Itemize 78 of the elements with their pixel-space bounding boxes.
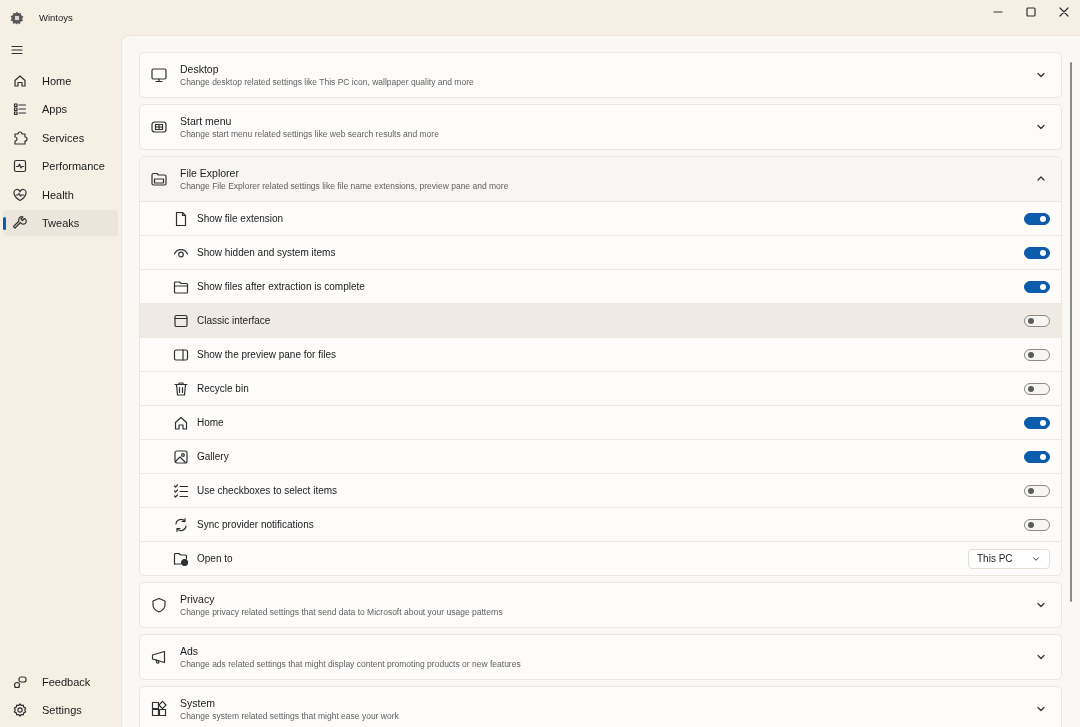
heart-icon — [12, 186, 28, 203]
section-header[interactable]: Desktop Change desktop related settings like This PC icon, wallpaper quality and more — [140, 53, 1061, 97]
toggle-switch[interactable] — [1024, 484, 1050, 497]
keyboard-icon — [150, 118, 168, 136]
wrench-icon — [12, 214, 28, 231]
setting-label: Home — [197, 417, 225, 428]
toggle-switch[interactable] — [1024, 212, 1050, 225]
home-icon — [173, 414, 189, 431]
file-icon — [173, 210, 189, 227]
apps-icon — [150, 700, 168, 718]
section-title: Ads — [180, 645, 200, 657]
home-icon — [12, 73, 28, 89]
list-icon — [12, 101, 28, 118]
nav-item[interactable]: Health — [3, 181, 118, 208]
panel-icon — [173, 346, 189, 363]
nav-item[interactable]: Home — [3, 68, 118, 94]
section-title: Start menu — [180, 115, 233, 127]
section-header[interactable]: System Change system related settings that might ease your work — [140, 687, 1061, 727]
section-header[interactable]: Privacy Change privacy related settings that send data to Microsoft about your usage patterns — [140, 583, 1061, 627]
setting-label: Gallery — [197, 451, 230, 462]
section-title: Privacy — [180, 593, 216, 605]
toggle-switch[interactable] — [1024, 348, 1050, 361]
settings-icon — [12, 702, 28, 718]
nav-item[interactable]: Apps — [3, 96, 118, 123]
dropdown[interactable]: This PC — [968, 548, 1050, 569]
setting-label: Show hidden and system items — [197, 247, 337, 258]
folder-icon — [173, 278, 189, 295]
monitor-icon — [150, 66, 168, 84]
chat-icon — [12, 673, 28, 690]
section-description: Change desktop related settings like This PC icon, wallpaper quality and more — [180, 77, 475, 87]
section-description: Change start menu related settings like web search results and more — [180, 129, 440, 139]
maximize-icon — [1025, 7, 1036, 17]
nav-item[interactable]: Performance — [3, 153, 118, 180]
section-description: Change ads related settings that might display content promoting products or new features — [180, 659, 522, 669]
toggle-switch[interactable] — [1024, 246, 1050, 259]
section-description: Change privacy related settings that send data to Microsoft about your usage patterns — [180, 607, 504, 617]
section-title: File Explorer — [180, 167, 240, 179]
toggle-switch[interactable] — [1024, 518, 1050, 531]
megaphone-icon — [150, 648, 168, 666]
folder-icon — [173, 550, 189, 567]
chart-icon — [12, 158, 28, 175]
setting-label: Show file extension — [197, 213, 285, 224]
setting-label: Open to — [197, 553, 234, 564]
section-title: Desktop — [180, 63, 220, 75]
toggle-switch[interactable] — [1024, 314, 1050, 327]
setting-label: Recycle bin — [197, 383, 250, 394]
section-header[interactable]: Start menu Change start menu related settings like web search results and more — [140, 105, 1061, 149]
setting-label: Show files after extraction is complete — [197, 281, 366, 292]
window-icon — [173, 312, 189, 329]
menu-icon — [11, 45, 23, 55]
section-header[interactable]: File Explorer Change File Explorer related settings like file name extensions, preview pane and more — [140, 157, 1061, 202]
setting-label: Sync provider notifications — [197, 519, 315, 530]
setting-label: Classic interface — [197, 315, 272, 326]
section-header[interactable]: Ads Change ads related settings that might display content promoting products or new features — [140, 635, 1061, 679]
image-icon — [173, 448, 189, 465]
nav-item[interactable]: Tweaks — [3, 209, 118, 236]
trash-icon — [173, 380, 189, 397]
toggle-switch[interactable] — [1024, 280, 1050, 293]
close-icon — [1058, 7, 1069, 17]
checklist-icon — [173, 482, 189, 499]
section-title: System — [180, 697, 216, 709]
scrollbar[interactable] — [1070, 62, 1072, 602]
app-logo-icon — [10, 10, 24, 25]
puzzle-icon — [12, 129, 28, 146]
nav-item[interactable]: Services — [3, 124, 118, 151]
shield-icon — [150, 596, 168, 614]
toggle-switch[interactable] — [1024, 416, 1050, 429]
nav-item[interactable]: Settings — [3, 697, 118, 723]
window-title: Wintoys — [39, 12, 74, 23]
section-description: Change File Explorer related settings like file name extensions, preview pane and more — [180, 181, 510, 191]
nav-item[interactable]: Feedback — [3, 668, 118, 695]
folder-icon — [150, 170, 168, 188]
sync-icon — [173, 516, 189, 533]
section-description: Change system related settings that might ease your work — [180, 711, 400, 721]
setting-label: Show the preview pane for files — [197, 349, 337, 360]
setting-label: Use checkboxes to select items — [197, 485, 339, 496]
toggle-switch[interactable] — [1024, 382, 1050, 395]
toggle-switch[interactable] — [1024, 450, 1050, 463]
